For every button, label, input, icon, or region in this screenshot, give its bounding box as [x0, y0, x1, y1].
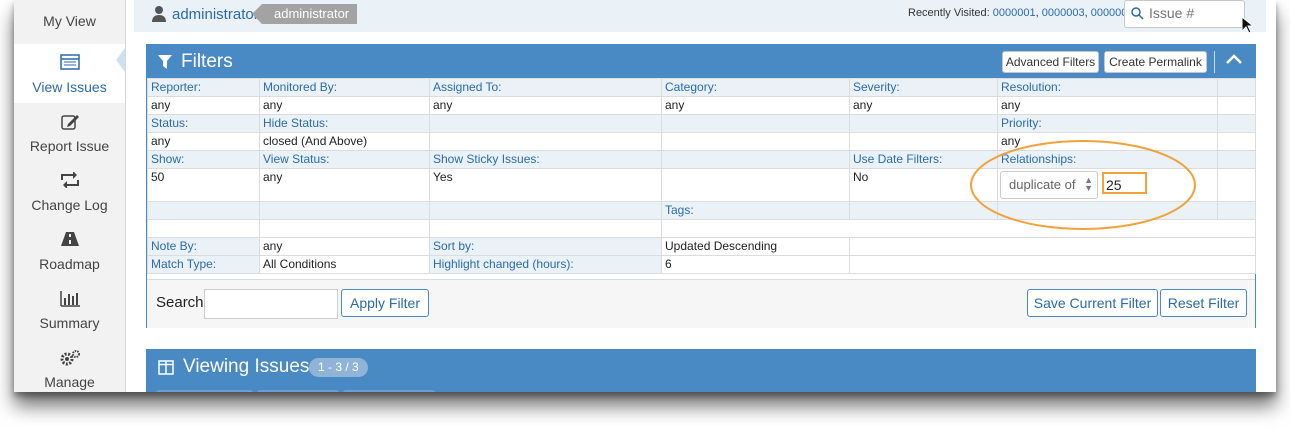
sidebar-item-my-view[interactable]: My View [14, 0, 125, 37]
viewing-issues-panel: Viewing Issues 1 - 3 / 3 [146, 349, 1256, 392]
user-icon [151, 5, 167, 28]
advanced-filters-button[interactable]: Advanced Filters [1002, 51, 1099, 73]
table-row: any any any any any any [147, 96, 1256, 115]
filter-label[interactable]: Tags: [661, 201, 850, 220]
filter-value: any [429, 96, 662, 115]
sidebar-item-label: View Issues [32, 79, 107, 95]
filter-label[interactable]: Priority: [997, 114, 1218, 133]
filter-icon [158, 55, 172, 74]
sidebar-item-label: My View [43, 13, 96, 29]
sidebar-item-label: Manage [44, 374, 95, 390]
action-button[interactable] [156, 390, 253, 392]
filter-value: any [661, 96, 850, 115]
filter-value: any [849, 96, 998, 115]
mouse-cursor-icon [1241, 16, 1253, 34]
list-icon [14, 54, 125, 73]
reset-filter-button[interactable]: Reset Filter [1160, 289, 1247, 317]
action-button[interactable] [343, 390, 435, 392]
sidebar-item-report-issue[interactable]: Report Issue [14, 103, 125, 162]
filter-label[interactable]: View Status: [259, 150, 430, 169]
edit-icon [14, 113, 125, 134]
filter-label[interactable]: Category: [661, 78, 850, 97]
filter-label[interactable]: Severity: [849, 78, 998, 97]
filter-label[interactable]: Show: [147, 150, 260, 169]
filter-search-row: Search Apply Filter Save Current Filter … [147, 279, 1255, 328]
recently-visited-label: Recently Visited: [908, 7, 990, 19]
filter-label[interactable]: Sort by: [429, 237, 662, 256]
filters-panel: Filters Advanced Filters Create Permalin… [146, 44, 1256, 328]
filter-value: any [997, 96, 1218, 115]
recent-issue-link[interactable]: 0000003 [1042, 7, 1085, 19]
action-button[interactable] [257, 390, 339, 392]
filter-label[interactable]: Reporter: [147, 78, 260, 97]
issue-count-badge: 1 - 3 / 3 [309, 358, 368, 377]
filter-label[interactable]: Status: [147, 114, 260, 133]
filters-header: Filters Advanced Filters Create Permalin… [147, 45, 1255, 78]
filter-value: any [147, 132, 260, 151]
filter-value: All Conditions [259, 255, 430, 274]
filter-value: any [259, 168, 430, 202]
sidebar-item-label: Roadmap [39, 256, 100, 272]
sidebar: My View View Issues Report Issue Change … [14, 0, 126, 392]
filter-value: 50 [147, 168, 260, 202]
filter-value: closed (And Above) [259, 132, 430, 151]
search-input[interactable] [204, 289, 338, 319]
table-row: Match Type: All Conditions Highlight cha… [147, 255, 1256, 274]
issue-number-search[interactable] [1124, 0, 1245, 28]
road-icon [14, 231, 125, 250]
apply-filter-button[interactable]: Apply Filter [341, 289, 429, 317]
sidebar-item-manage[interactable]: Manage [14, 339, 125, 392]
sidebar-item-summary[interactable]: Summary [14, 280, 125, 339]
filter-label[interactable]: Show Sticky Issues: [429, 150, 662, 169]
create-permalink-button[interactable]: Create Permalink [1104, 51, 1207, 73]
save-current-filter-button[interactable]: Save Current Filter [1027, 289, 1158, 317]
table-row: Reporter: Monitored By: Assigned To: Cat… [147, 78, 1256, 97]
issue-number-input[interactable] [1147, 4, 1241, 22]
filters-title: Filters [181, 51, 233, 72]
filter-label[interactable]: Monitored By: [259, 78, 430, 97]
viewing-issues-title: Viewing Issues [183, 356, 310, 377]
sidebar-item-view-issues[interactable]: View Issues [14, 44, 125, 103]
sidebar-item-label: Summary [39, 315, 100, 331]
table-row: Note By: any Sort by: Updated Descending [147, 237, 1256, 256]
search-label: Search [156, 294, 204, 311]
recent-issue-link[interactable]: 0000001 [993, 7, 1036, 19]
filter-label[interactable]: Match Type: [147, 255, 260, 274]
bar-chart-icon [14, 290, 125, 311]
columns-icon [158, 360, 174, 380]
filter-value: Yes [429, 168, 662, 202]
filter-value: any [147, 96, 260, 115]
filter-label[interactable]: Assigned To: [429, 78, 662, 97]
role-badge: administrator [251, 4, 358, 24]
app-window: My View View Issues Report Issue Change … [14, 0, 1276, 392]
sidebar-item-label: Change Log [31, 197, 108, 213]
filter-label[interactable]: Resolution: [997, 78, 1218, 97]
dashboard-icon [14, 0, 125, 7]
filter-value: any [259, 237, 430, 256]
sidebar-item-roadmap[interactable]: Roadmap [14, 221, 125, 280]
sidebar-item-label: Report Issue [29, 138, 110, 154]
filter-label[interactable]: Note By: [147, 237, 260, 256]
header-divider [1214, 51, 1215, 73]
search-icon [1131, 7, 1144, 20]
highlight-ellipse [970, 140, 1196, 230]
sidebar-item-change-log[interactable]: Change Log [14, 162, 125, 221]
filter-value: Updated Descending [661, 237, 850, 256]
user-link[interactable]: administrator [172, 6, 259, 23]
active-indicator [116, 48, 125, 72]
retweet-icon [14, 171, 125, 191]
filter-value: any [259, 96, 430, 115]
recently-visited: Recently Visited: 0000001, 0000003, 0000… [908, 7, 1134, 19]
filter-label[interactable]: Hide Status: [259, 114, 430, 133]
gears-icon [14, 349, 125, 370]
top-bar: administrator administrator Recently Vis… [134, 0, 1266, 32]
collapse-icon[interactable] [1225, 52, 1243, 71]
table-row: Status: Hide Status: Priority: [147, 114, 1256, 133]
filter-label[interactable]: Highlight changed (hours): [429, 255, 662, 274]
filter-value: 6 [661, 255, 850, 274]
